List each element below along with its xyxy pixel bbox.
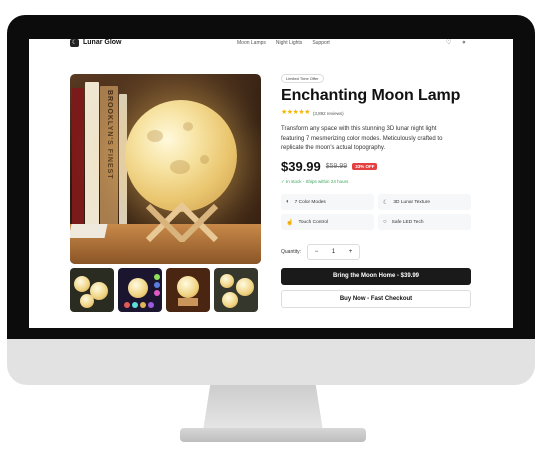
nav-link-night-lights[interactable]: Night Lights bbox=[276, 39, 302, 47]
offer-badge: Limited Time Offer bbox=[281, 74, 324, 83]
browser-screen: ☾ Lunar Glow Moon Lamps Night Lights Sup… bbox=[29, 39, 513, 328]
touch-icon: ☝ bbox=[286, 219, 294, 226]
crater bbox=[147, 130, 163, 142]
feature-touch-control: ☝ Touch Control bbox=[281, 214, 374, 230]
book-spine bbox=[72, 88, 84, 228]
product-title: Enchanting Moon Lamp bbox=[281, 87, 461, 104]
check-icon: ✓ bbox=[281, 179, 285, 184]
crater bbox=[183, 122, 193, 131]
add-to-cart-button[interactable]: Bring the Moon Home - $39.99 bbox=[281, 268, 471, 285]
stock-status: ✓ In stock - Ships within 24 hours bbox=[281, 179, 348, 185]
quantity-stepper: − 1 + bbox=[307, 244, 361, 260]
moon-icon: ☾ bbox=[383, 199, 389, 206]
quantity-value[interactable]: 1 bbox=[325, 245, 342, 259]
review-count[interactable]: (3,892 reviews) bbox=[313, 111, 344, 116]
crater bbox=[200, 155, 209, 164]
nav-link-support[interactable]: Support bbox=[312, 39, 330, 47]
original-price: $59.99 bbox=[325, 163, 348, 170]
share-icon[interactable]: ⋄ bbox=[462, 39, 466, 47]
decrement-button[interactable]: − bbox=[308, 245, 325, 259]
circle-icon: ○ bbox=[383, 219, 387, 225]
monitor-chin bbox=[7, 339, 535, 385]
logo-icon: ☾ bbox=[70, 39, 79, 47]
feature-label: Safe LED Tech bbox=[391, 219, 424, 225]
feature-label: Touch Control bbox=[298, 219, 329, 225]
book bbox=[70, 224, 108, 238]
discount-badge: 33% OFF bbox=[352, 163, 378, 170]
nav-links: Moon Lamps Night Lights Support bbox=[237, 39, 330, 47]
feature-color-modes: ◐ 7 Color Modes bbox=[281, 194, 374, 210]
stock-text: In stock - Ships within 24 hours bbox=[286, 179, 349, 184]
moon-lamp bbox=[125, 100, 237, 212]
logo[interactable]: ☾ Lunar Glow bbox=[70, 39, 122, 47]
feature-label: 3D Lunar Texture bbox=[393, 199, 431, 205]
monitor-stand-base bbox=[180, 428, 366, 442]
product-description: Transform any space with this stunning 3… bbox=[281, 126, 443, 151]
price-row: $39.99 $59.99 33% OFF bbox=[281, 159, 378, 174]
monitor-stand bbox=[203, 385, 323, 431]
feature-lunar-texture: ☾ 3D Lunar Texture bbox=[378, 194, 471, 210]
thumbnail-2[interactable] bbox=[118, 268, 162, 312]
brand-name: Lunar Glow bbox=[83, 39, 122, 46]
buy-now-button[interactable]: Buy Now - Fast Checkout bbox=[281, 290, 471, 308]
palette-icon: ◐ bbox=[286, 199, 290, 205]
nav-link-moon-lamps[interactable]: Moon Lamps bbox=[237, 39, 266, 47]
increment-button[interactable]: + bbox=[342, 245, 359, 259]
thumbnail-4[interactable] bbox=[214, 268, 258, 312]
heart-icon[interactable]: ♡ bbox=[446, 39, 451, 47]
top-nav: ☾ Lunar Glow Moon Lamps Night Lights Sup… bbox=[29, 39, 513, 49]
book-spine-text: BROOKLYN'S FINEST bbox=[106, 90, 113, 180]
crater bbox=[170, 160, 190, 174]
feature-label: 7 Color Modes bbox=[294, 199, 326, 205]
current-price: $39.99 bbox=[281, 159, 321, 174]
thumbnail-3[interactable] bbox=[166, 268, 210, 312]
quantity-selector: Quantity: − 1 + bbox=[281, 244, 361, 260]
monitor-bezel: ☾ Lunar Glow Moon Lamps Night Lights Sup… bbox=[7, 15, 535, 339]
book-spine bbox=[85, 82, 99, 228]
product-main-image[interactable]: BROOKLYN'S FINEST bbox=[70, 74, 261, 264]
quantity-label: Quantity: bbox=[281, 249, 302, 255]
thumbnail-strip bbox=[70, 268, 258, 312]
feature-led-tech: ○ Safe LED Tech bbox=[378, 214, 471, 230]
thumbnail-1[interactable] bbox=[70, 268, 114, 312]
lamp-stand bbox=[145, 202, 219, 242]
feature-grid: ◐ 7 Color Modes ☾ 3D Lunar Texture ☝ Tou… bbox=[281, 194, 471, 230]
star-rating-icon: ★★★★★ bbox=[281, 109, 310, 116]
rating[interactable]: ★★★★★ (3,892 reviews) bbox=[281, 109, 344, 117]
monitor: ☾ Lunar Glow Moon Lamps Night Lights Sup… bbox=[7, 15, 535, 385]
